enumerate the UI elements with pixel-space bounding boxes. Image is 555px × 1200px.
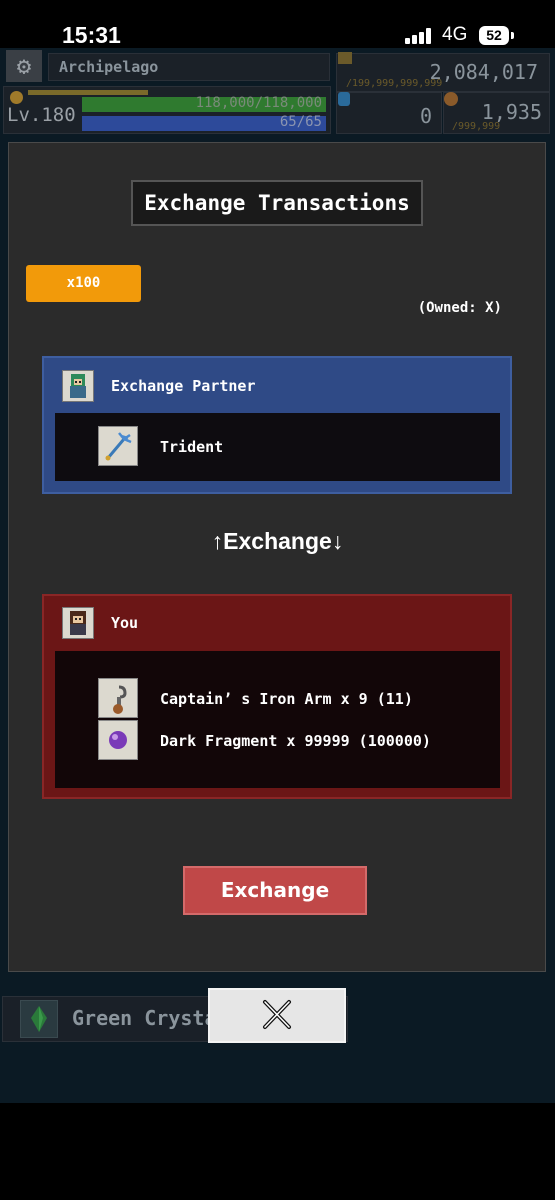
partner-avatar [62,370,94,402]
list-item-label: Green Crysta [72,1006,217,1030]
exchange-button[interactable]: Exchange [183,866,367,915]
partner-item-name: Trident [160,438,224,456]
player-level: Lv.180 [7,104,76,126]
coin-icon [10,91,23,104]
gold-bag-icon [338,52,352,64]
partner-title: Exchange Partner [111,377,256,395]
iron-arm-icon [98,678,138,718]
medal-icon [444,92,458,106]
multiplier-button[interactable]: x100 [26,265,141,302]
gem-icon [338,92,350,106]
exchange-direction-label: ↑Exchange↓ [211,528,344,554]
player-avatar [62,607,94,639]
bottom-area [0,1103,555,1200]
trident-icon [98,426,138,466]
dialog-title: Exchange Transactions [144,191,410,215]
hp-value: 118,000/118,000 [195,95,322,111]
battery-tip [511,32,514,39]
gem-value: 0 [419,104,432,128]
signal-icon [405,28,433,44]
medal-value: 1,935 [481,100,542,124]
you-title: You [111,614,139,632]
owned-label: (Owned: X) [417,300,502,316]
location-name: Archipelago [59,58,159,76]
status-time: 15:31 [62,22,121,48]
you-item-name: Captain’ s Iron Arm x 9 (11) [160,690,413,708]
mp-value: 65/65 [279,114,322,130]
close-icon [208,988,346,1043]
dark-fragment-icon [98,720,138,760]
gear-icon: ⚙ [16,52,32,80]
network-type: 4G [442,24,468,45]
battery-icon: 52 [479,26,509,45]
xp-bar [28,90,148,95]
you-item-name: Dark Fragment x 99999 (100000) [160,732,431,750]
green-crystal-icon [20,1000,58,1038]
gold-value: 2,084,017 [429,60,538,84]
